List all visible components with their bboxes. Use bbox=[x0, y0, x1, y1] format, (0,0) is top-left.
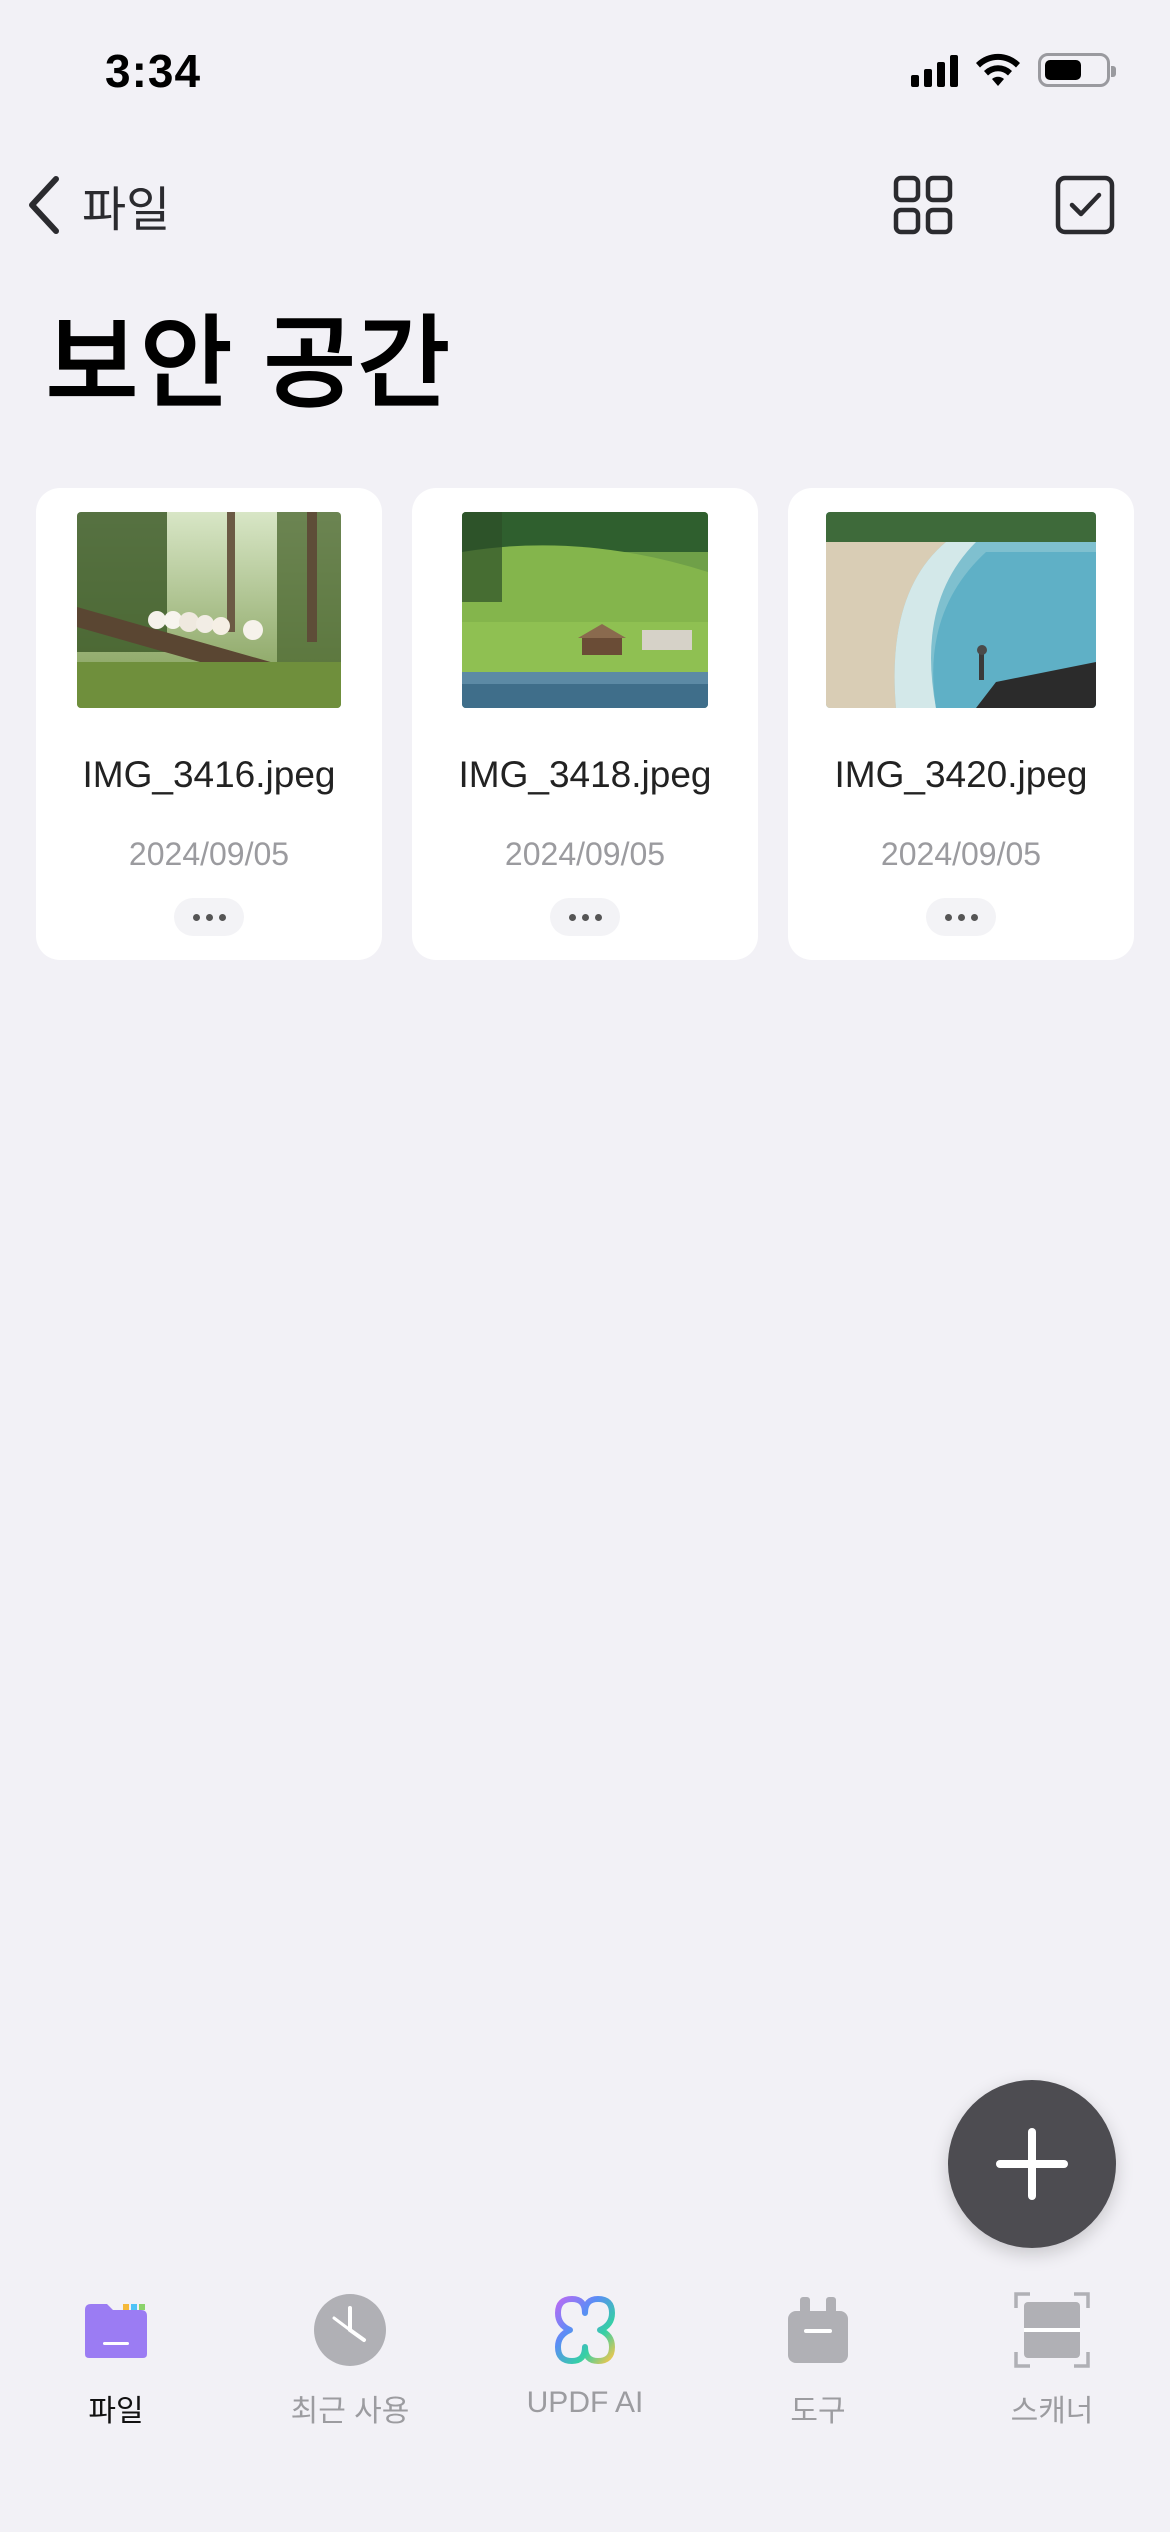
tab-label: 도구 bbox=[790, 2395, 846, 2428]
tab-recent[interactable]: 최근 사용 bbox=[250, 2290, 450, 2430]
more-options-button[interactable] bbox=[174, 898, 244, 936]
secure-space-screen: 3:34 파일 보안 공간 IMG_3416.jpeg 2024/09/05 I… bbox=[0, 0, 1170, 2532]
more-dot bbox=[970, 913, 978, 921]
cellular-signal-icon bbox=[911, 53, 958, 87]
more-dot bbox=[205, 913, 213, 921]
more-dot bbox=[218, 913, 226, 921]
status-time: 3:34 bbox=[105, 45, 202, 97]
tab-tools[interactable]: 도구 bbox=[718, 2290, 918, 2430]
tab-scanner[interactable]: 스캐너 bbox=[952, 2290, 1152, 2430]
file-name: IMG_3420.jpeg bbox=[834, 754, 1088, 795]
chevron-left-icon bbox=[29, 176, 59, 234]
file-card[interactable]: IMG_3416.jpeg 2024/09/05 bbox=[36, 488, 382, 960]
more-dot bbox=[594, 913, 602, 921]
more-dot bbox=[944, 913, 952, 921]
tab-files[interactable]: 파일 bbox=[16, 2290, 216, 2430]
folder-icon bbox=[76, 2290, 156, 2370]
file-name: IMG_3416.jpeg bbox=[82, 754, 336, 795]
battery-icon bbox=[1038, 53, 1116, 87]
select-button[interactable] bbox=[1054, 174, 1116, 236]
page-title: 보안 공간 bbox=[46, 308, 452, 420]
back-label: 파일 bbox=[82, 184, 171, 237]
status-indicators bbox=[911, 52, 1116, 88]
file-card[interactable]: IMG_3418.jpeg 2024/09/05 bbox=[412, 488, 758, 960]
grid-view-button[interactable] bbox=[892, 174, 954, 236]
tab-updf-ai[interactable]: UPDF AI bbox=[485, 2290, 685, 2420]
clock-icon bbox=[310, 2290, 390, 2370]
tab-label: 파일 bbox=[88, 2395, 144, 2428]
file-date: 2024/09/05 bbox=[128, 836, 290, 872]
more-options-button[interactable] bbox=[550, 898, 620, 936]
file-date: 2024/09/05 bbox=[504, 836, 666, 872]
file-thumbnail bbox=[77, 512, 341, 708]
file-thumbnail bbox=[462, 512, 708, 708]
back-button[interactable]: 파일 bbox=[24, 170, 170, 240]
tab-label: UPDF AI bbox=[526, 2386, 644, 2419]
more-dot bbox=[192, 913, 200, 921]
file-date: 2024/09/05 bbox=[880, 836, 1042, 872]
more-dot bbox=[568, 913, 576, 921]
tab-label: 최근 사용 bbox=[290, 2395, 410, 2428]
updf-ai-icon bbox=[545, 2290, 625, 2370]
add-button[interactable] bbox=[948, 2080, 1116, 2248]
toolbox-icon bbox=[778, 2290, 858, 2370]
battery-fill bbox=[1045, 60, 1081, 80]
file-card[interactable]: IMG_3420.jpeg 2024/09/05 bbox=[788, 488, 1134, 960]
wifi-icon bbox=[976, 53, 1020, 86]
grid-icon bbox=[893, 175, 953, 235]
scanner-icon bbox=[1012, 2290, 1092, 2370]
file-thumbnail bbox=[826, 512, 1096, 708]
more-dot bbox=[581, 913, 589, 921]
file-name: IMG_3418.jpeg bbox=[458, 754, 712, 795]
more-options-button[interactable] bbox=[926, 898, 996, 936]
tab-label: 스캐너 bbox=[1010, 2395, 1094, 2428]
file-grid: IMG_3416.jpeg 2024/09/05 IMG_3418.jpeg 2… bbox=[36, 488, 1134, 960]
more-dot bbox=[957, 913, 965, 921]
tab-bar: 파일 최근 사용 UPDF AI 도구 스캐너 bbox=[0, 2290, 1170, 2450]
checkbox-icon bbox=[1055, 175, 1115, 235]
